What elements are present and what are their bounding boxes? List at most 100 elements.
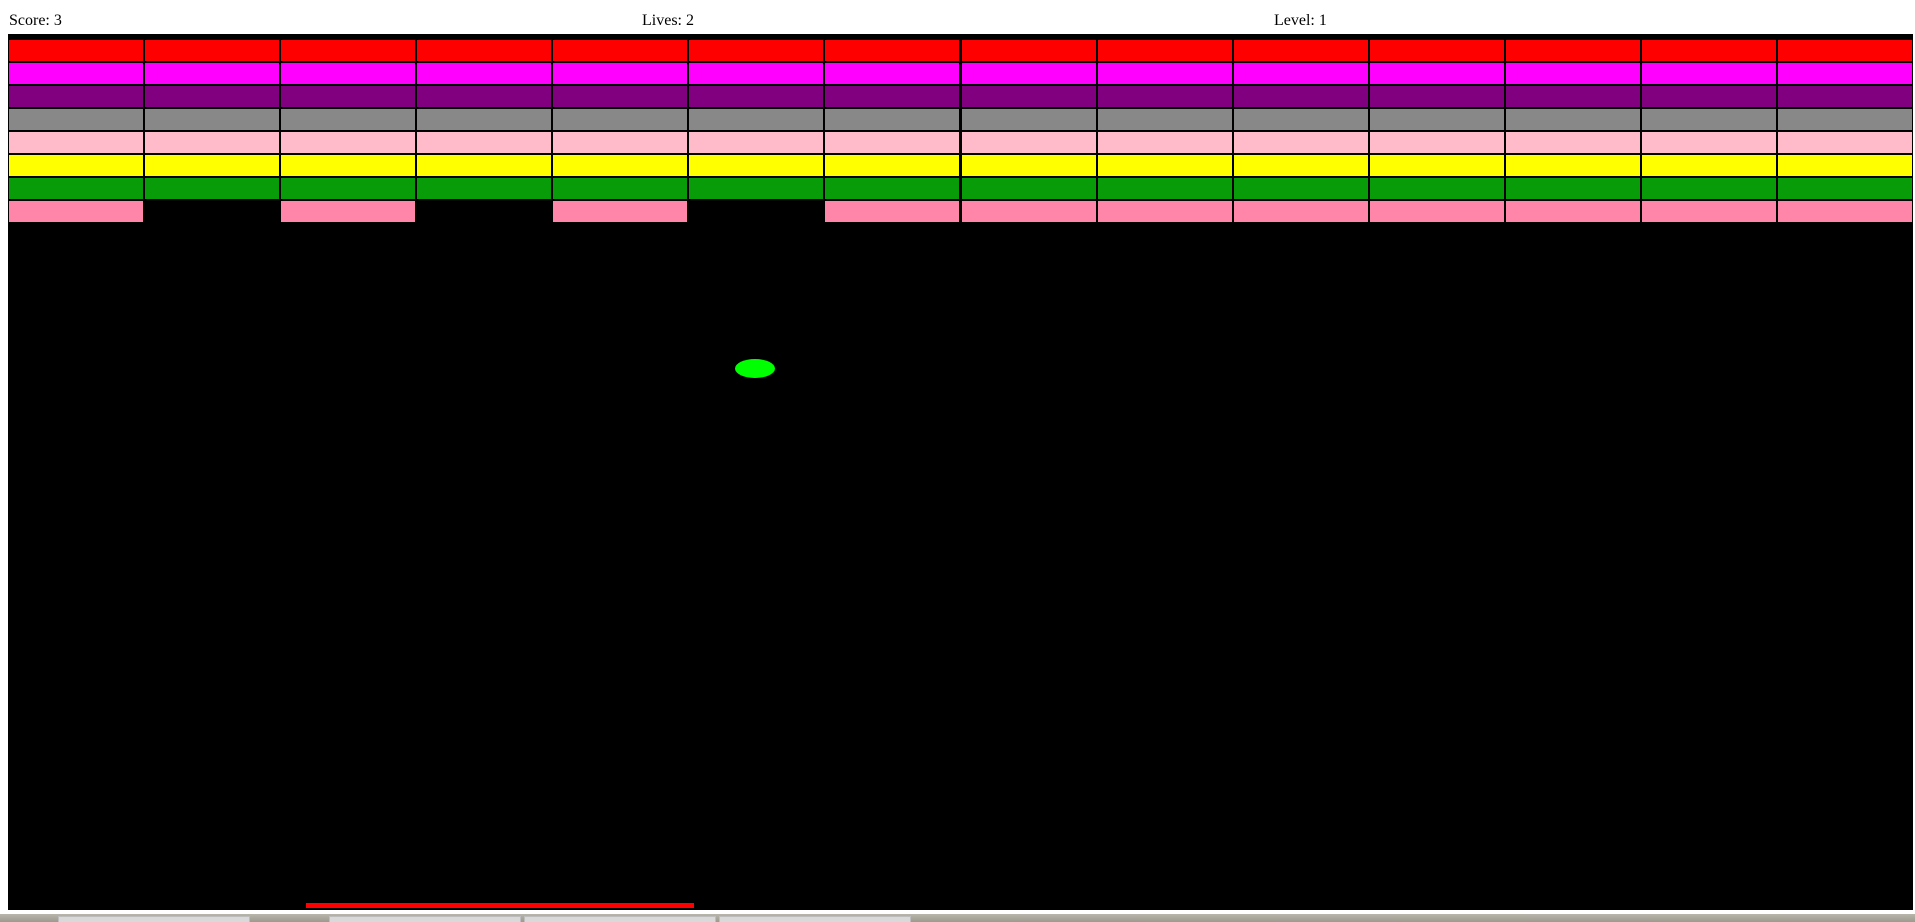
brick xyxy=(280,85,417,108)
brick xyxy=(1096,85,1233,108)
brick xyxy=(144,62,281,85)
brick xyxy=(1096,131,1233,154)
brick xyxy=(824,200,961,223)
brick xyxy=(960,200,1097,223)
brick xyxy=(552,200,689,223)
brick xyxy=(1776,131,1913,154)
brick xyxy=(280,39,417,62)
brick xyxy=(552,62,689,85)
brick xyxy=(960,62,1097,85)
brick xyxy=(1776,154,1913,177)
brick xyxy=(1776,177,1913,200)
brick xyxy=(824,108,961,131)
brick xyxy=(416,108,553,131)
brick xyxy=(280,108,417,131)
brick xyxy=(8,62,145,85)
brick xyxy=(416,131,553,154)
brick xyxy=(144,108,281,131)
brick xyxy=(1232,85,1369,108)
brick xyxy=(824,39,961,62)
brick xyxy=(1096,62,1233,85)
taskbar xyxy=(0,914,1915,922)
brick xyxy=(1232,154,1369,177)
brick xyxy=(688,154,825,177)
brick xyxy=(960,108,1097,131)
brick xyxy=(688,39,825,62)
brick xyxy=(1640,62,1777,85)
brick xyxy=(824,85,961,108)
brick xyxy=(8,39,145,62)
brick xyxy=(1232,200,1369,223)
brick xyxy=(1504,108,1641,131)
brick xyxy=(1640,154,1777,177)
brick xyxy=(144,85,281,108)
brick xyxy=(144,154,281,177)
brick xyxy=(1096,200,1233,223)
brick xyxy=(1640,131,1777,154)
brick xyxy=(688,131,825,154)
brick xyxy=(1232,62,1369,85)
brick xyxy=(1232,39,1369,62)
brick xyxy=(1368,39,1505,62)
brick xyxy=(280,177,417,200)
brick xyxy=(960,154,1097,177)
brick xyxy=(1640,108,1777,131)
brick xyxy=(280,131,417,154)
brick xyxy=(1504,177,1641,200)
brick xyxy=(1776,85,1913,108)
brick xyxy=(144,177,281,200)
brick xyxy=(824,62,961,85)
brick xyxy=(280,154,417,177)
brick xyxy=(1096,39,1233,62)
brick xyxy=(1776,108,1913,131)
game-page: Score: 3 Lives: 2 Level: 1 xyxy=(0,0,1915,922)
brick xyxy=(960,177,1097,200)
score-label: Score: 3 xyxy=(9,12,62,29)
brick xyxy=(552,39,689,62)
brick xyxy=(960,131,1097,154)
brick xyxy=(1504,131,1641,154)
brick xyxy=(1504,200,1641,223)
brick xyxy=(416,62,553,85)
brick xyxy=(1368,154,1505,177)
brick xyxy=(1368,177,1505,200)
brick xyxy=(1096,177,1233,200)
brick xyxy=(824,131,961,154)
brick xyxy=(280,200,417,223)
brick xyxy=(688,62,825,85)
brick xyxy=(416,154,553,177)
brick xyxy=(8,154,145,177)
brick xyxy=(824,177,961,200)
brick xyxy=(1504,85,1641,108)
brick xyxy=(688,177,825,200)
brick xyxy=(1640,85,1777,108)
brick xyxy=(960,85,1097,108)
brick xyxy=(1504,62,1641,85)
brick xyxy=(1368,108,1505,131)
taskbar-tab[interactable] xyxy=(329,916,521,922)
brick xyxy=(8,200,145,223)
lives-label: Lives: 2 xyxy=(642,12,694,29)
brick xyxy=(1640,200,1777,223)
brick xyxy=(1776,39,1913,62)
brick xyxy=(1232,177,1369,200)
brick xyxy=(1504,39,1641,62)
brick xyxy=(416,85,553,108)
taskbar-tab[interactable] xyxy=(58,916,250,922)
taskbar-tab[interactable] xyxy=(719,916,911,922)
brick xyxy=(1368,62,1505,85)
brick xyxy=(1368,200,1505,223)
taskbar-tab[interactable] xyxy=(524,916,716,922)
brick xyxy=(144,39,281,62)
brick xyxy=(144,131,281,154)
brick xyxy=(552,131,689,154)
game-canvas[interactable] xyxy=(8,34,1913,910)
ball xyxy=(735,359,775,378)
brick xyxy=(416,39,553,62)
brick xyxy=(1776,200,1913,223)
brick xyxy=(416,177,553,200)
brick xyxy=(8,177,145,200)
paddle[interactable] xyxy=(306,903,694,908)
brick xyxy=(552,108,689,131)
brick xyxy=(1640,39,1777,62)
